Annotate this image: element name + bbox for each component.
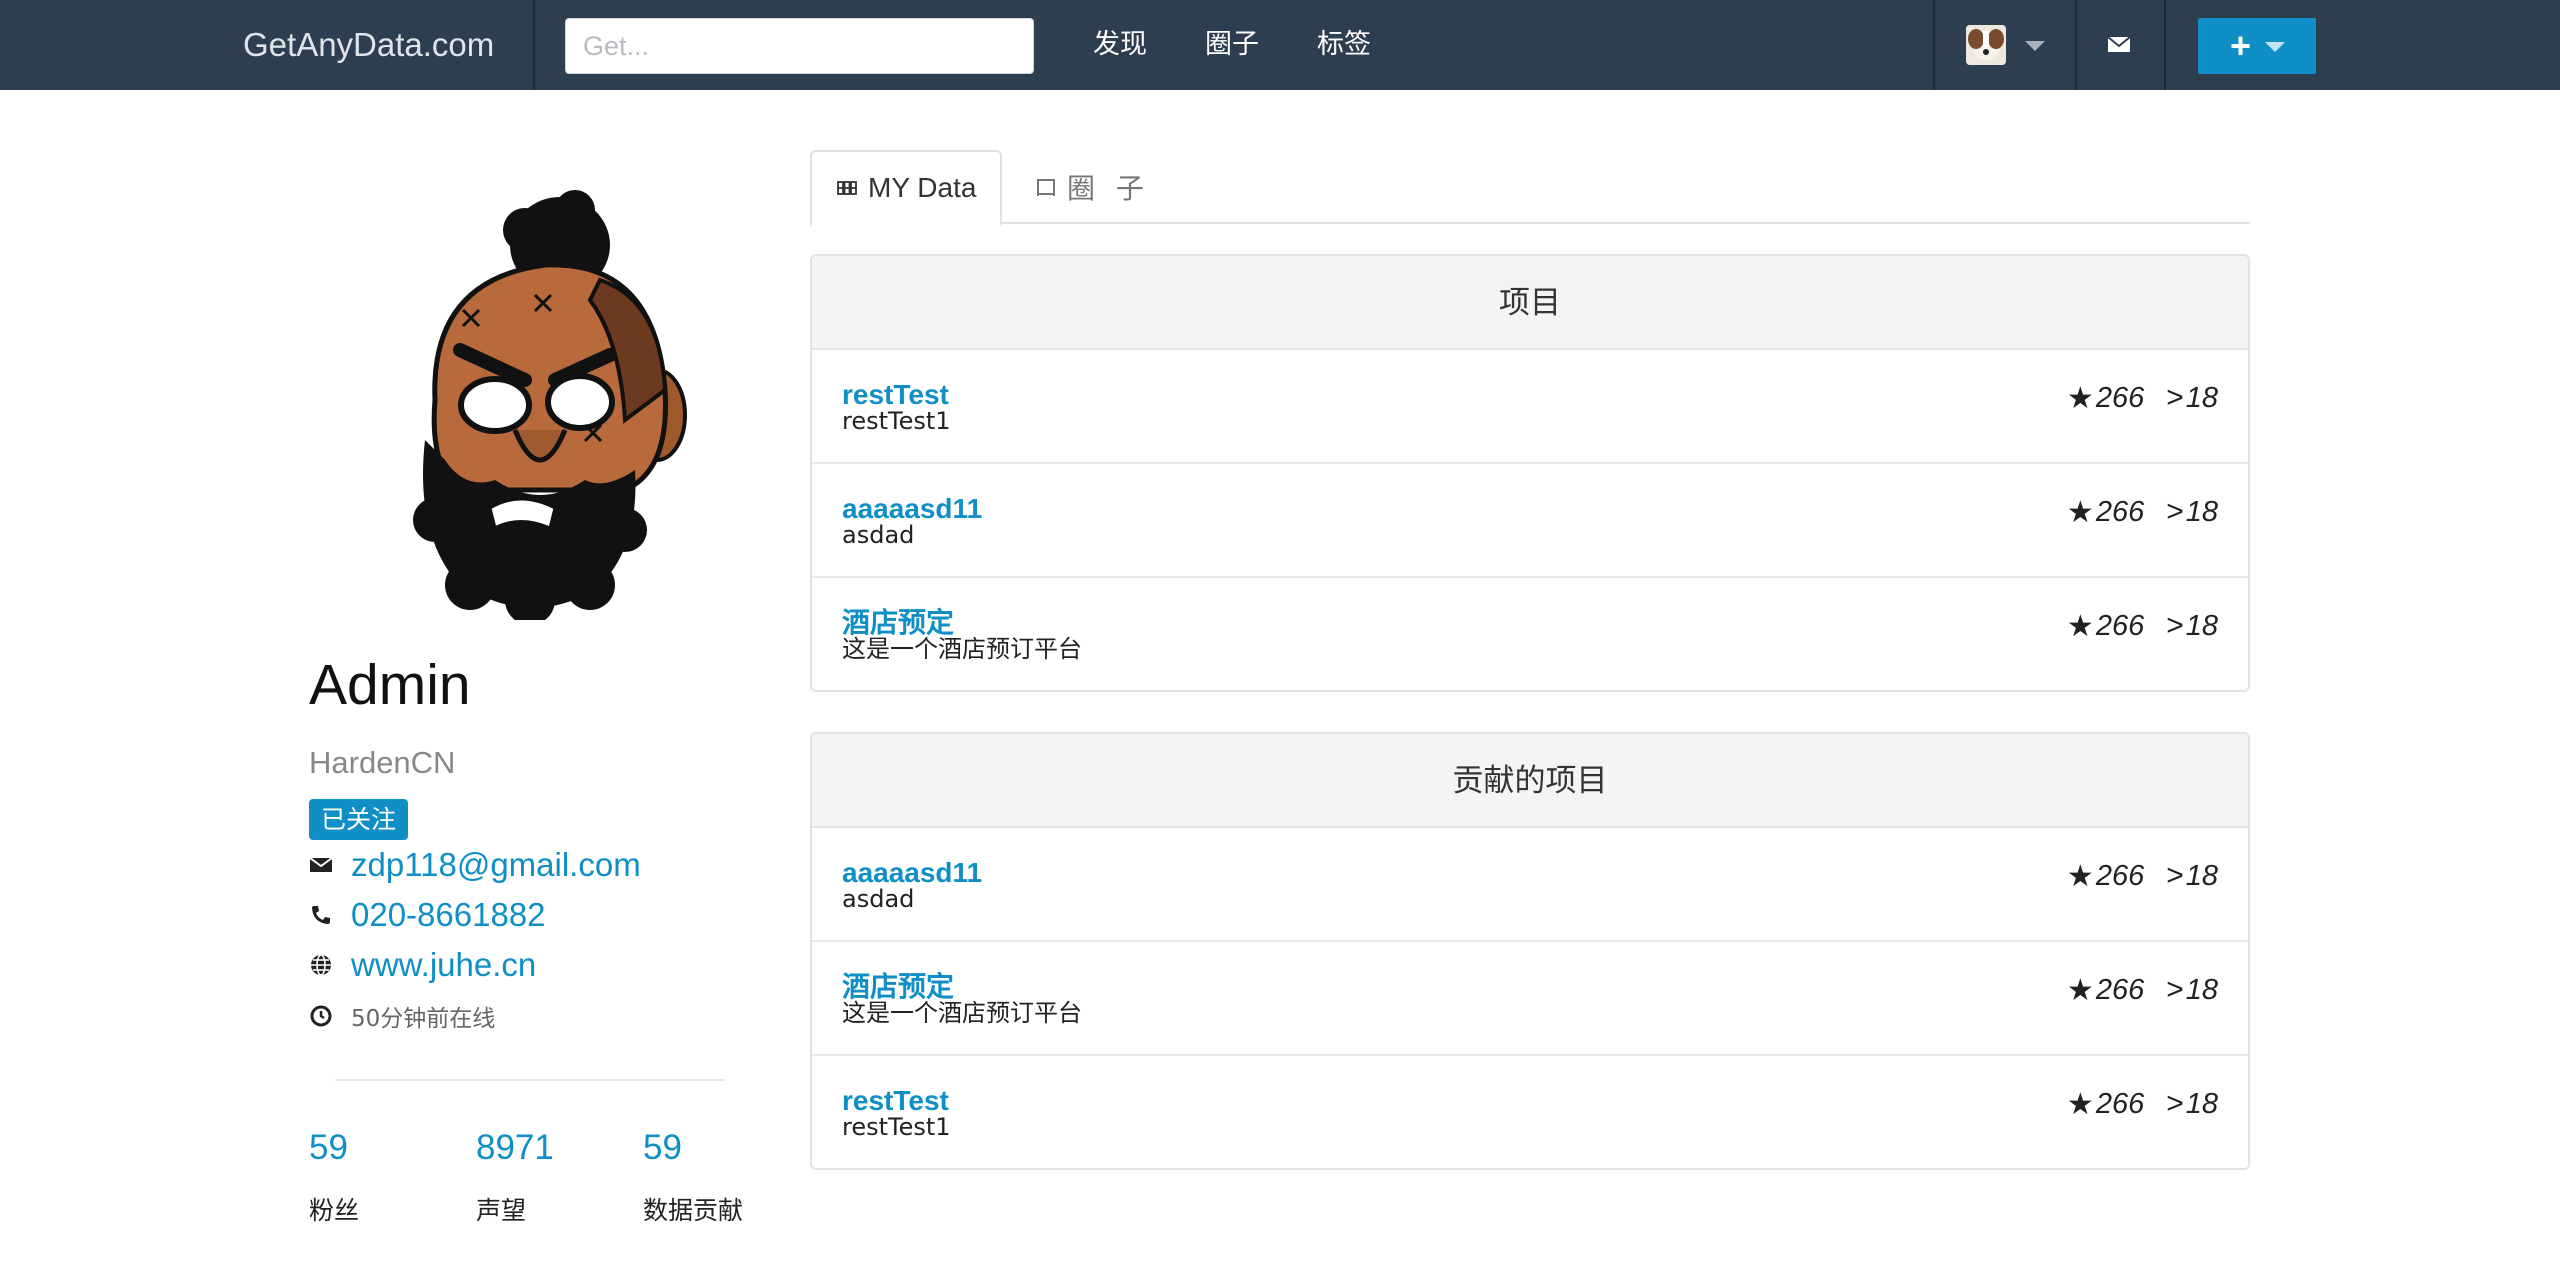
star-icon: ★ — [2066, 859, 2094, 893]
project-stats: ★ 266 >18 — [2067, 378, 2218, 418]
projects-panel: 项目 restTest restTest1 ★ 266 >18 aaaaasd11… — [810, 254, 2250, 692]
globe-icon — [309, 953, 333, 977]
projects-panel-title: 项目 — [812, 256, 2248, 350]
plus-icon: + — [2230, 25, 2252, 66]
data-contribution-count[interactable]: 59 — [643, 1128, 682, 1168]
nav-link-discover[interactable]: 发现 — [1093, 0, 1147, 90]
star-count: 266 — [2095, 381, 2145, 414]
fork-icon: > — [2166, 1087, 2184, 1120]
project-stats: ★ 266 >18 — [2067, 1084, 2218, 1124]
create-button[interactable]: + — [2198, 18, 2316, 74]
grid-icon — [836, 177, 858, 199]
star-icon: ★ — [2066, 381, 2094, 415]
star-count: 266 — [2095, 1087, 2145, 1120]
envelope-icon — [309, 853, 333, 877]
nav-divider — [2164, 0, 2166, 90]
project-description: asdad — [842, 885, 915, 913]
tab-my-data[interactable]: MY Data — [810, 150, 1002, 226]
project-stats: ★ 266 >18 — [2067, 492, 2218, 532]
profile-phone-row: 020-8661882 — [309, 895, 546, 935]
project-description: restTest1 — [842, 407, 951, 435]
chevron-down-icon[interactable] — [2025, 41, 2045, 51]
project-stats: ★ 266 >18 — [2067, 970, 2218, 1010]
top-navbar: GetAnyData.com 发现 圈子 标签 + — [0, 0, 2560, 90]
project-row[interactable]: restTest restTest1 ★ 266 >18 — [812, 1056, 2248, 1168]
fork-count: 18 — [2185, 859, 2218, 892]
contributed-projects-panel-title: 贡献的项目 — [812, 734, 2248, 828]
reputation-label: 声望 — [476, 1196, 527, 1225]
search-input[interactable] — [565, 18, 1034, 74]
reputation-count[interactable]: 8971 — [476, 1128, 554, 1168]
star-icon: ★ — [2066, 609, 2094, 643]
followers-label: 粉丝 — [309, 1196, 360, 1225]
fork-count: 18 — [2185, 1087, 2218, 1120]
project-row[interactable]: aaaaasd11 asdad ★ 266 >18 — [812, 464, 2248, 578]
fork-count: 18 — [2185, 973, 2218, 1006]
clock-icon — [309, 1004, 333, 1028]
circle-square-icon — [1035, 176, 1057, 198]
data-contribution-label: 数据贡献 — [643, 1196, 744, 1225]
fork-icon: > — [2166, 859, 2184, 892]
fork-count: 18 — [2185, 381, 2218, 414]
profile-name: Admin — [309, 653, 471, 717]
project-row[interactable]: 酒店预定 这是一个酒店预订平台 ★ 266 >18 — [812, 578, 2248, 690]
nav-link-circles[interactable]: 圈子 — [1205, 0, 1259, 90]
mail-icon[interactable] — [2104, 29, 2134, 59]
phone-icon — [309, 903, 333, 927]
profile-tabs: MY Data 圈 子 — [810, 150, 2250, 226]
nav-divider — [2075, 0, 2077, 90]
star-icon: ★ — [2066, 495, 2094, 529]
profile-email-link[interactable]: zdp118@gmail.com — [351, 846, 641, 884]
profile-avatar — [375, 190, 693, 625]
fork-count: 18 — [2185, 609, 2218, 642]
star-count: 266 — [2095, 973, 2145, 1006]
fork-count: 18 — [2185, 495, 2218, 528]
fork-icon: > — [2166, 495, 2184, 528]
fork-icon: > — [2166, 381, 2184, 414]
tab-circles-label: 圈 子 — [1067, 172, 1150, 205]
star-icon: ★ — [2066, 1087, 2094, 1121]
project-description: asdad — [842, 521, 915, 549]
profile-phone-link[interactable]: 020-8661882 — [351, 896, 546, 934]
profile-email-row: zdp118@gmail.com — [309, 845, 641, 885]
star-count: 266 — [2095, 859, 2145, 892]
follow-status-badge[interactable]: 已关注 — [309, 799, 409, 840]
profile-last-online-row: 50分钟前在线 — [309, 996, 495, 1036]
contributed-projects-panel: 贡献的项目 aaaaasd11 asdad ★ 266 >18 酒店预定 这是一个… — [810, 732, 2250, 1170]
nav-divider — [533, 0, 535, 90]
project-stats: ★ 266 >18 — [2067, 856, 2218, 896]
chevron-down-icon — [2265, 42, 2285, 52]
nav-divider — [1933, 0, 1935, 90]
site-brand[interactable]: GetAnyData.com — [243, 0, 494, 90]
project-description: 这是一个酒店预订平台 — [842, 635, 1082, 663]
sidebar-divider — [335, 1079, 725, 1081]
user-avatar-icon — [1966, 25, 2006, 65]
project-row[interactable]: restTest restTest1 ★ 266 >18 — [812, 350, 2248, 464]
tab-circles[interactable]: 圈 子 — [1035, 150, 1150, 224]
tab-my-data-label: MY Data — [868, 172, 977, 203]
fork-icon: > — [2166, 973, 2184, 1006]
star-count: 266 — [2095, 609, 2145, 642]
fork-icon: > — [2166, 609, 2184, 642]
nav-link-tags[interactable]: 标签 — [1317, 0, 1371, 90]
user-avatar-menu[interactable] — [1966, 25, 2006, 65]
star-count: 266 — [2095, 495, 2145, 528]
profile-website-link[interactable]: www.juhe.cn — [351, 946, 536, 984]
profile-website-row: www.juhe.cn — [309, 945, 536, 985]
followers-count[interactable]: 59 — [309, 1128, 348, 1168]
star-icon: ★ — [2066, 973, 2094, 1007]
project-row[interactable]: 酒店预定 这是一个酒店预订平台 ★ 266 >18 — [812, 942, 2248, 1056]
project-stats: ★ 266 >18 — [2067, 606, 2218, 646]
last-online-text: 50分钟前在线 — [351, 1006, 496, 1032]
project-description: 这是一个酒店预订平台 — [842, 999, 1082, 1027]
project-description: restTest1 — [842, 1113, 951, 1141]
profile-handle: HardenCN — [309, 745, 456, 780]
project-row[interactable]: aaaaasd11 asdad ★ 266 >18 — [812, 828, 2248, 942]
